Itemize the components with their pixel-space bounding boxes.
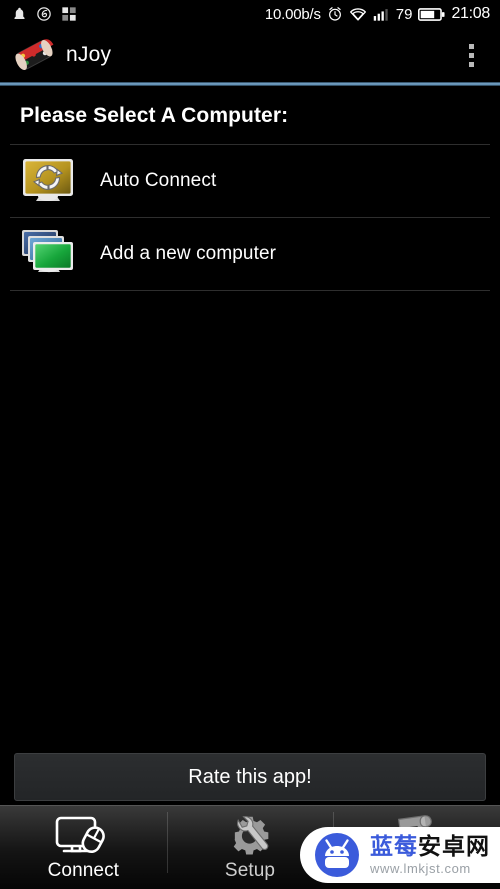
gamepad-logo-icon — [12, 35, 56, 75]
bottom-tab-bar: Connect Setup 蓝莓安卓网 www.lmkjst.com — [0, 805, 500, 889]
list-divider-bottom — [10, 290, 490, 291]
notification-bell-icon — [14, 7, 25, 19]
squares-app-icon — [62, 7, 76, 21]
network-speed-text: 10.00b/s — [264, 5, 321, 23]
music-app-icon — [37, 7, 51, 21]
list-item-label: Auto Connect — [100, 170, 217, 191]
status-bar-right-icons: 10.00b/s 79 21:08 — [265, 5, 490, 23]
action-bar: nJoy — [0, 28, 500, 82]
tab-connect[interactable]: Connect — [0, 806, 167, 889]
wifi-icon — [349, 7, 366, 21]
clock-text: 21:08 — [451, 5, 490, 22]
tab-log[interactable] — [333, 806, 500, 889]
list-item-auto-connect[interactable]: Auto Connect — [0, 145, 500, 217]
monitor-mouse-icon — [53, 814, 113, 858]
wrench-gear-icon — [223, 814, 277, 858]
rate-button-container: Rate this app! — [0, 753, 500, 801]
computer-list: Auto Connect Add a new computer — [0, 144, 500, 291]
overflow-menu-icon[interactable] — [456, 35, 486, 75]
auto-connect-monitor-icon — [20, 155, 76, 207]
status-bar-left-icons — [12, 6, 77, 22]
log-scroll-icon — [389, 814, 445, 858]
app-title: nJoy — [66, 43, 112, 66]
list-item-label: Add a new computer — [100, 243, 277, 264]
app-screen: 10.00b/s 79 21:08 nJoy Please Select A C… — [0, 0, 500, 889]
page-title: Please Select A Computer: — [20, 104, 289, 127]
status-bar: 10.00b/s 79 21:08 — [0, 0, 500, 28]
alarm-clock-icon — [328, 7, 341, 21]
rate-this-app-button[interactable]: Rate this app! — [14, 753, 486, 801]
tab-label-setup: Setup — [224, 860, 276, 881]
cell-signal-icon — [373, 8, 388, 21]
battery-percent-text: 79 — [395, 5, 413, 23]
battery-icon — [418, 7, 445, 21]
list-item-add-computer[interactable]: Add a new computer — [0, 218, 500, 290]
tab-label-connect: Connect — [47, 860, 120, 881]
add-computer-monitors-icon — [20, 228, 76, 280]
tab-setup[interactable]: Setup — [166, 806, 334, 889]
